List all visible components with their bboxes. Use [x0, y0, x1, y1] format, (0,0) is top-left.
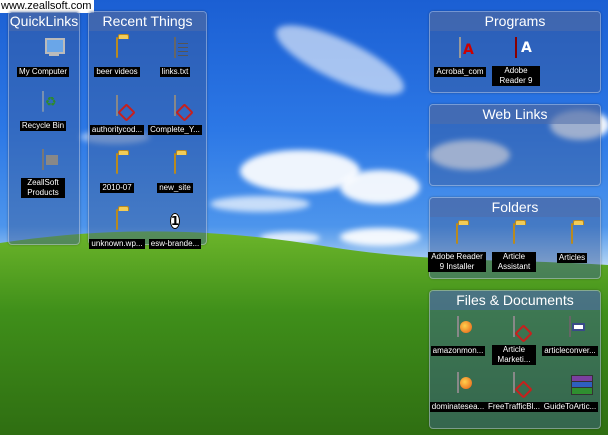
recent-item-unknown[interactable]: unknown.wp...: [87, 209, 147, 253]
program-label: Adobe Reader 9: [492, 66, 540, 86]
web-links-title: Web Links: [430, 105, 600, 124]
program-adobe-reader-9[interactable]: A Adobe Reader 9: [486, 37, 546, 90]
file-label: FreeTrafficBl...: [485, 402, 542, 412]
programs-title: Programs: [430, 12, 600, 31]
item-label: unknown.wp...: [89, 239, 145, 249]
item-label: 2010-07: [100, 183, 134, 193]
item-label: new_site: [157, 183, 193, 193]
file-amazonmon[interactable]: amazonmon...: [428, 316, 488, 360]
folder-icon: [571, 223, 573, 244]
item-label: authoritycod...: [89, 125, 145, 135]
folders-title: Folders: [430, 198, 600, 217]
folder-label: Adobe Reader 9 Installer: [428, 252, 486, 272]
acrobat-icon: A: [459, 37, 474, 58]
web-links-panel: Web Links: [429, 104, 601, 186]
folder-icon: [116, 153, 118, 174]
recent-item-new-site[interactable]: new_site: [145, 153, 205, 197]
file-articleconver[interactable]: articleconver...: [540, 316, 600, 360]
folders-panel: Folders Adobe Reader 9 Installer Article…: [427, 197, 602, 279]
recent-item-beer-videos[interactable]: beer videos: [87, 37, 147, 81]
files-documents-panel: Files & Documents amazonmon... Article M…: [429, 290, 601, 429]
vcard-icon: [569, 316, 585, 337]
programs-panel: Programs A Acrobat_com A Adobe Reader 9: [429, 11, 601, 93]
adobe-reader-icon: A: [515, 37, 532, 58]
folder-icon: [116, 209, 118, 230]
firefox-doc-icon: [457, 372, 472, 393]
file-label: amazonmon...: [430, 346, 486, 356]
folder-label: Article Assistant: [492, 252, 536, 272]
file-article-marketing[interactable]: Article Marketi...: [484, 316, 544, 369]
recent-item-links-txt[interactable]: links.txt: [145, 37, 205, 81]
file-label: Article Marketi...: [492, 345, 536, 365]
folder-articles[interactable]: Articles: [542, 223, 602, 267]
recent-things-title: Recent Things: [89, 12, 206, 31]
pdf-icon: [513, 372, 533, 399]
pdf-icon: [174, 95, 194, 122]
item-label: esw-brande...: [148, 239, 202, 249]
number-one-icon: 1: [169, 213, 181, 229]
shortcut-label: Recycle Bin: [19, 121, 67, 131]
item-label: Complete_Y...: [148, 125, 202, 135]
recent-item-authoritycode[interactable]: authoritycod...: [87, 95, 147, 139]
recent-item-2010-07[interactable]: 2010-07: [87, 153, 147, 197]
cloud: [210, 196, 310, 212]
file-guidetoartic[interactable]: GuideToArtic...: [540, 373, 600, 416]
recent-item-esw-branded[interactable]: 1 esw-brande...: [145, 210, 205, 253]
recent-item-complete[interactable]: Complete_Y...: [145, 95, 205, 139]
item-label: beer videos: [94, 67, 140, 77]
file-label: articleconver...: [542, 346, 598, 356]
folder-icon: [174, 153, 176, 174]
item-label: links.txt: [159, 67, 191, 77]
quicklinks-title: QuickLinks: [9, 12, 79, 31]
text-file-icon: [174, 37, 188, 58]
pdf-icon: [513, 316, 533, 343]
cloud: [268, 12, 412, 108]
recycle-bin-icon: [42, 91, 44, 112]
zeallsoft-icon: [42, 149, 44, 170]
program-label: Acrobat_com: [434, 67, 486, 77]
folder-article-assistant[interactable]: Article Assistant: [484, 223, 544, 276]
file-label: dominatesea...: [429, 402, 487, 412]
folder-label: Articles: [556, 253, 588, 263]
recent-things-panel: Recent Things beer videos links.txt auth…: [87, 11, 207, 249]
pdf-icon: [116, 95, 136, 122]
shortcut-label: My Computer: [16, 67, 69, 77]
folder-icon: [116, 37, 118, 58]
shortcut-label: ZeallSoft Products: [21, 178, 65, 198]
files-documents-title: Files & Documents: [430, 291, 600, 310]
program-acrobat-com[interactable]: A Acrobat_com: [430, 37, 490, 81]
file-freetrafficbl[interactable]: FreeTrafficBl...: [484, 372, 544, 416]
recycle-bin-shortcut[interactable]: Recycle Bin: [13, 91, 73, 135]
cloud: [340, 170, 420, 204]
my-computer-shortcut[interactable]: My Computer: [13, 38, 73, 81]
firefox-doc-icon: [457, 316, 472, 337]
folder-icon: [456, 223, 458, 244]
zeallsoft-products-shortcut[interactable]: ZeallSoft Products: [13, 149, 73, 202]
file-label: GuideToArtic...: [541, 402, 599, 412]
folder-adobe-reader-installer[interactable]: Adobe Reader 9 Installer: [427, 223, 487, 276]
quicklinks-panel: QuickLinks My Computer Recycle Bin Zeall…: [8, 11, 80, 245]
folder-icon: [513, 223, 515, 244]
file-dominatesea[interactable]: dominatesea...: [428, 372, 488, 416]
